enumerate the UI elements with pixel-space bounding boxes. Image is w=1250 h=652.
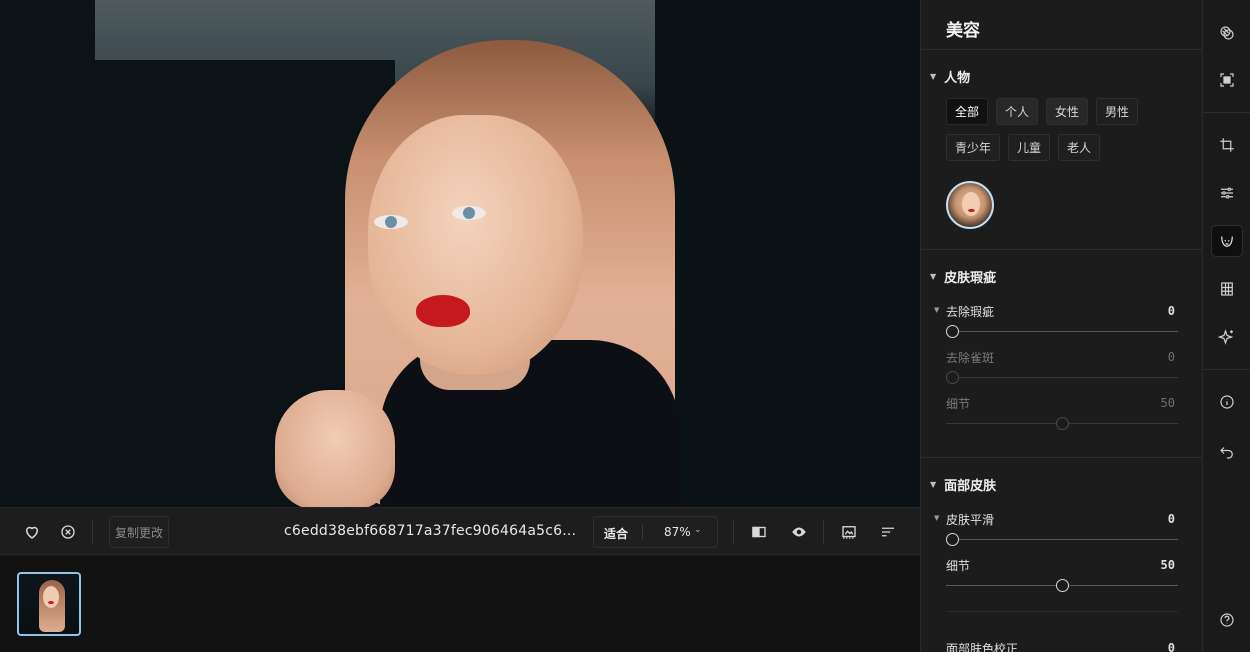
sparkle-icon[interactable] — [1211, 321, 1243, 353]
remove-blemish-value[interactable]: 0 — [1168, 304, 1175, 318]
skin-smooth-value[interactable]: 0 — [1168, 512, 1175, 526]
avatar-lips — [968, 209, 975, 212]
section-face-skin-title: 面部皮肤 — [944, 479, 997, 494]
circles-overlap-icon[interactable] — [1211, 17, 1243, 49]
thumbnail-lips — [48, 601, 54, 604]
copy-changes-button[interactable]: 复制更改 — [109, 516, 169, 548]
toolbar-divider — [733, 520, 734, 544]
avatar-face — [962, 192, 980, 216]
rail-divider — [1203, 369, 1250, 370]
remove-blemish-slider[interactable] — [946, 325, 959, 338]
remove-blemish-track[interactable] — [946, 331, 1178, 332]
section-people-header[interactable]: ▼ 人物 — [930, 67, 970, 86]
zoom-level-dropdown[interactable]: 87% — [664, 525, 691, 539]
panel-divider — [946, 611, 1178, 612]
help-icon[interactable] — [1211, 604, 1243, 636]
chip-individual[interactable]: 个人 — [996, 98, 1039, 125]
photo-eye-right — [452, 206, 486, 220]
blemish-detail-label: 细节 — [946, 397, 971, 411]
zoom-divider — [642, 524, 643, 540]
photo-building-right — [655, 0, 920, 507]
panel-divider — [921, 49, 1203, 50]
detected-face-avatar[interactable] — [946, 181, 994, 229]
heart-icon[interactable] — [20, 520, 44, 544]
remove-freckles-slider — [946, 371, 959, 384]
caret-down-icon: ▼ — [930, 480, 937, 489]
chevron-down-icon: ⌄ — [694, 525, 702, 535]
undo-icon[interactable] — [1211, 436, 1243, 468]
blemish-detail-value: 50 — [1160, 396, 1175, 410]
blemish-detail-slider — [1056, 417, 1069, 430]
thumbnail-face — [43, 586, 59, 608]
crop-icon[interactable] — [1211, 129, 1243, 161]
rail-divider — [1203, 112, 1250, 113]
section-blemish-title: 皮肤瑕疵 — [944, 271, 997, 286]
panel-divider — [921, 249, 1203, 250]
toolbar-divider — [92, 520, 93, 544]
zoom-control: 适合 87% ⌄ — [593, 516, 718, 548]
photo-face — [368, 115, 583, 375]
grid-icon[interactable] — [1211, 273, 1243, 305]
photo-eye-left — [374, 215, 408, 229]
beauty-panel: 美容 ▼ 人物 全部 个人 女性 男性 青少年 儿童 老人 ▼ 皮肤瑕疵 ▼ 去… — [920, 0, 1203, 652]
remove-freckles-label: 去除雀斑 — [946, 351, 995, 365]
main-photo[interactable] — [0, 0, 920, 507]
skin-smooth-slider[interactable] — [946, 533, 959, 546]
tone-correction-value[interactable]: 0 — [1168, 641, 1175, 652]
section-people-title: 人物 — [944, 71, 971, 86]
chip-all[interactable]: 全部 — [946, 98, 989, 125]
file-name: c6edd38ebf668717a37fec906464a5c6... — [284, 523, 577, 539]
panel-divider — [921, 457, 1203, 458]
section-face-skin-header[interactable]: ▼ 面部皮肤 — [930, 475, 996, 494]
photo-building-left — [0, 0, 95, 507]
remove-blemish-label: 去除瑕疵 — [946, 305, 995, 319]
sort-icon[interactable] — [876, 520, 900, 544]
face-detail-label: 细节 — [946, 559, 971, 573]
zoom-fit-button[interactable]: 适合 — [604, 525, 628, 542]
caret-down-icon[interactable]: ▼ — [934, 514, 939, 522]
info-icon[interactable] — [1211, 386, 1243, 418]
chip-elderly[interactable]: 老人 — [1058, 134, 1101, 161]
caret-down-icon: ▼ — [930, 72, 937, 81]
reject-icon[interactable] — [56, 520, 80, 544]
skin-smooth-track[interactable] — [946, 539, 1178, 540]
caret-down-icon[interactable]: ▼ — [934, 306, 939, 314]
compare-split-icon[interactable] — [747, 520, 771, 544]
section-blemish-header[interactable]: ▼ 皮肤瑕疵 — [930, 267, 996, 286]
skin-smooth-label: 皮肤平滑 — [946, 513, 995, 527]
filmstrip — [0, 556, 920, 652]
toolbar-divider — [823, 520, 824, 544]
chip-female[interactable]: 女性 — [1046, 98, 1089, 125]
select-subject-icon[interactable] — [1211, 64, 1243, 96]
tool-rail — [1202, 0, 1250, 652]
photo-lips — [416, 295, 470, 327]
face-beauty-icon[interactable] — [1211, 225, 1243, 257]
face-detail-value[interactable]: 50 — [1161, 558, 1175, 572]
remove-freckles-track — [946, 377, 1178, 378]
caret-down-icon: ▼ — [930, 272, 937, 281]
chip-male[interactable]: 男性 — [1096, 98, 1139, 125]
face-detail-slider[interactable] — [1056, 579, 1069, 592]
eye-icon[interactable] — [787, 520, 811, 544]
tone-correction-label: 面部肤色校正 — [946, 642, 1019, 652]
panel-title: 美容 — [946, 21, 980, 41]
photo-hand — [275, 390, 395, 507]
chip-teen[interactable]: 青少年 — [946, 134, 1001, 161]
chip-child[interactable]: 儿童 — [1008, 134, 1051, 161]
filmstrip-thumbnail[interactable] — [17, 572, 81, 636]
histogram-icon[interactable] — [837, 520, 861, 544]
remove-freckles-value: 0 — [1167, 350, 1175, 364]
sliders-icon[interactable] — [1211, 177, 1243, 209]
image-toolbar: 复制更改 c6edd38ebf668717a37fec906464a5c6...… — [0, 507, 920, 555]
